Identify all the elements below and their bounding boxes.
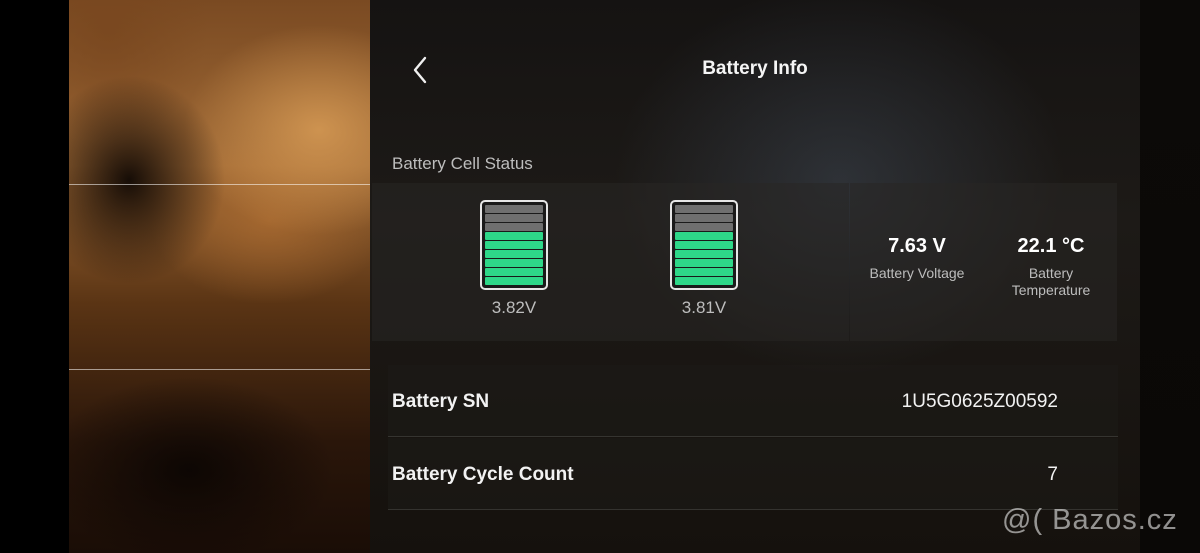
battery-level-segment <box>485 259 543 267</box>
battery-cycle-value: 7 <box>1047 464 1058 485</box>
battery-cycle-label: Battery Cycle Count <box>392 464 574 485</box>
cell-voltage-label: 3.82V <box>491 298 537 317</box>
battery-level-segment <box>675 268 733 276</box>
battery-sn-label: Battery SN <box>392 391 490 412</box>
camera-grid-line <box>69 369 370 370</box>
battery-level-segment <box>675 250 733 258</box>
camera-grid-line <box>69 184 370 185</box>
battery-level-segment <box>485 232 543 240</box>
cell-status-heading: Battery Cell Status <box>392 154 533 173</box>
page-title: Battery Info <box>702 58 808 79</box>
battery-cell-icon <box>670 200 738 290</box>
battery-level-segment <box>485 250 543 258</box>
battery-level-segment <box>675 205 733 213</box>
back-button[interactable] <box>405 52 435 88</box>
battery-level-segment <box>485 223 543 231</box>
battery-sn-row: Battery SN 1U5G0625Z00592 <box>388 365 1118 437</box>
left-black-bar <box>0 0 69 553</box>
battery-level-segment <box>675 223 733 231</box>
battery-level-segment <box>675 259 733 267</box>
battery-voltage-metric: 7.63 V Battery Voltage <box>857 235 977 282</box>
battery-temperature-label: Battery Temperature <box>1011 265 1091 298</box>
cell-status-card <box>372 183 849 341</box>
battery-level-segment <box>485 268 543 276</box>
camera-feed-view <box>69 0 370 553</box>
battery-level-segment <box>485 277 543 285</box>
battery-level-segment <box>485 241 543 249</box>
battery-cycle-row: Battery Cycle Count 7 <box>388 438 1118 510</box>
camera-feed-shadow-bottom <box>69 360 370 553</box>
battery-voltage-label: Battery Voltage <box>869 265 965 281</box>
battery-level-segment <box>485 205 543 213</box>
battery-cell-2: 3.81V <box>670 200 738 317</box>
battery-cell-1: 3.82V <box>480 200 548 317</box>
battery-level-segment <box>675 241 733 249</box>
battery-temperature-value: 22.1 °C <box>1017 235 1085 257</box>
battery-level-segment <box>675 232 733 240</box>
battery-temperature-metric: 22.1 °C Battery Temperature <box>1000 235 1102 299</box>
battery-sn-value: 1U5G0625Z00592 <box>901 391 1058 412</box>
right-dark-strip <box>1140 0 1200 553</box>
cell-voltage-label: 3.81V <box>681 298 727 317</box>
watermark-text: @( Bazos.cz <box>1002 504 1178 536</box>
battery-level-segment <box>675 214 733 222</box>
chevron-left-icon <box>413 56 427 84</box>
camera-feed-shadow <box>69 60 239 320</box>
battery-cell-icon <box>480 200 548 290</box>
battery-voltage-value: 7.63 V <box>888 235 946 257</box>
battery-level-segment <box>675 277 733 285</box>
battery-level-segment <box>485 214 543 222</box>
